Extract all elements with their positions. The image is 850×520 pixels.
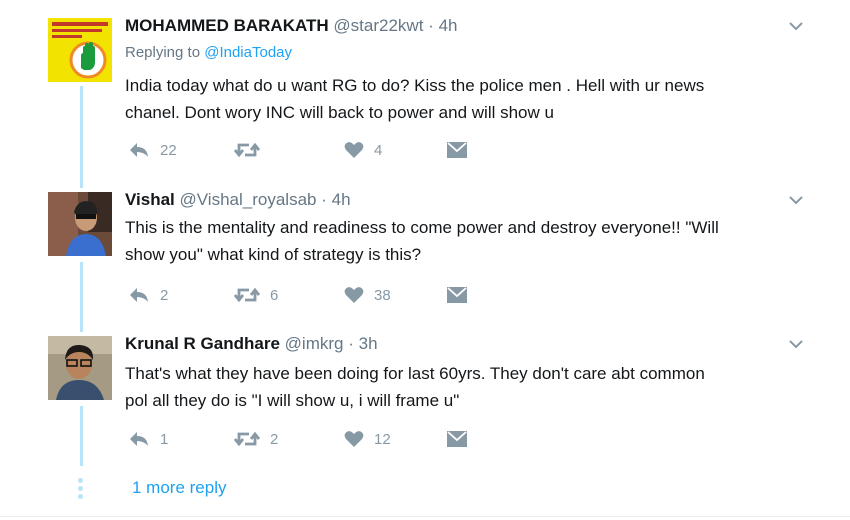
reply-count: 1 xyxy=(160,430,169,448)
user-handle[interactable]: @imkrg xyxy=(285,334,344,353)
tweet-text-line: That's what they have been doing for las… xyxy=(125,364,705,383)
tweet-text: That's what they have been doing for las… xyxy=(125,360,805,414)
reply-button[interactable]: 22 xyxy=(128,141,177,159)
chevron-down-icon[interactable] xyxy=(788,192,804,208)
tweet-text-line: This is the mentality and readiness to c… xyxy=(125,218,719,237)
user-photo-icon xyxy=(48,192,112,256)
tweet-text-line: India today what do u want RG to do? Kis… xyxy=(125,76,705,95)
retweet-count: 2 xyxy=(270,430,279,448)
more-replies-dots xyxy=(78,478,84,502)
display-name[interactable]: Krunal R Gandhare xyxy=(125,334,280,353)
tweet[interactable]: MOHAMMED BARAKATH @star22kwt · 4h Replyi… xyxy=(0,16,850,168)
retweet-count: 6 xyxy=(270,286,279,304)
envelope-icon xyxy=(447,287,467,303)
reply-button[interactable]: 1 xyxy=(128,430,168,448)
tweet-actions: 2 6 38 xyxy=(128,286,488,308)
timestamp[interactable]: 3h xyxy=(359,334,378,353)
tweet-text-line: pol all they do is "I will show u, i wil… xyxy=(125,391,460,410)
retweet-button[interactable]: 2 xyxy=(234,430,278,448)
tweet-text-line: show you" what kind of strategy is this? xyxy=(125,245,422,264)
chevron-down-icon[interactable] xyxy=(788,18,804,34)
display-name[interactable]: Vishal xyxy=(125,190,175,209)
congress-hand-logo-icon xyxy=(48,18,112,82)
like-button[interactable]: 4 xyxy=(344,141,382,159)
reply-count: 2 xyxy=(160,286,169,304)
retweet-button[interactable]: 6 xyxy=(234,286,278,304)
avatar[interactable] xyxy=(48,192,112,256)
envelope-icon xyxy=(447,431,467,447)
heart-icon xyxy=(344,431,364,447)
tweet-header: MOHAMMED BARAKATH @star22kwt · 4h xyxy=(125,16,457,36)
mention-link[interactable]: @IndiaToday xyxy=(204,44,292,61)
user-photo-icon xyxy=(48,336,112,400)
separator-dot: · xyxy=(428,16,434,35)
tweet[interactable]: Vishal @Vishal_royalsab · 4h This is the… xyxy=(0,190,850,312)
user-handle[interactable]: @star22kwt xyxy=(333,16,423,35)
tweet-header: Krunal R Gandhare @imkrg · 3h xyxy=(125,334,378,354)
reply-icon xyxy=(130,432,148,446)
separator-dot: · xyxy=(348,334,354,353)
user-handle[interactable]: @Vishal_royalsab xyxy=(180,190,317,209)
retweet-icon xyxy=(234,431,260,447)
tweet-actions: 1 2 12 xyxy=(128,430,488,452)
avatar[interactable] xyxy=(48,336,112,400)
tweet-text: India today what do u want RG to do? Kis… xyxy=(125,72,805,126)
retweet-button[interactable] xyxy=(234,141,270,159)
direct-message-button[interactable] xyxy=(446,430,468,448)
timestamp[interactable]: 4h xyxy=(332,190,351,209)
retweet-icon xyxy=(234,142,260,158)
reply-count: 22 xyxy=(160,141,177,159)
heart-icon xyxy=(344,287,364,303)
replying-to-label: Replying to xyxy=(125,44,201,61)
more-replies-link[interactable]: 1 more reply xyxy=(132,478,226,498)
direct-message-button[interactable] xyxy=(446,141,468,159)
display-name[interactable]: MOHAMMED BARAKATH xyxy=(125,16,329,35)
separator-dot: · xyxy=(321,190,327,209)
like-count: 12 xyxy=(374,430,391,448)
tweet-actions: 22 4 xyxy=(128,141,488,163)
like-count: 38 xyxy=(374,286,391,304)
reply-icon xyxy=(130,288,148,302)
divider xyxy=(0,516,850,517)
reply-button[interactable]: 2 xyxy=(128,286,168,304)
like-button[interactable]: 12 xyxy=(344,430,391,448)
chevron-down-icon[interactable] xyxy=(788,336,804,352)
tweet[interactable]: Krunal R Gandhare @imkrg · 3h That's wha… xyxy=(0,334,850,456)
heart-icon xyxy=(344,142,364,158)
tweet-text: This is the mentality and readiness to c… xyxy=(125,214,805,268)
retweet-icon xyxy=(234,287,260,303)
avatar[interactable] xyxy=(48,18,112,82)
tweet-text-line: chanel. Dont wory INC will back to power… xyxy=(125,103,554,122)
tweet-header: Vishal @Vishal_royalsab · 4h xyxy=(125,190,351,210)
envelope-icon xyxy=(447,142,467,158)
reply-icon xyxy=(130,143,148,157)
like-count: 4 xyxy=(374,141,383,159)
like-button[interactable]: 38 xyxy=(344,286,391,304)
direct-message-button[interactable] xyxy=(446,286,468,304)
timestamp[interactable]: 4h xyxy=(439,16,458,35)
replying-to: Replying to @IndiaToday xyxy=(125,44,292,61)
